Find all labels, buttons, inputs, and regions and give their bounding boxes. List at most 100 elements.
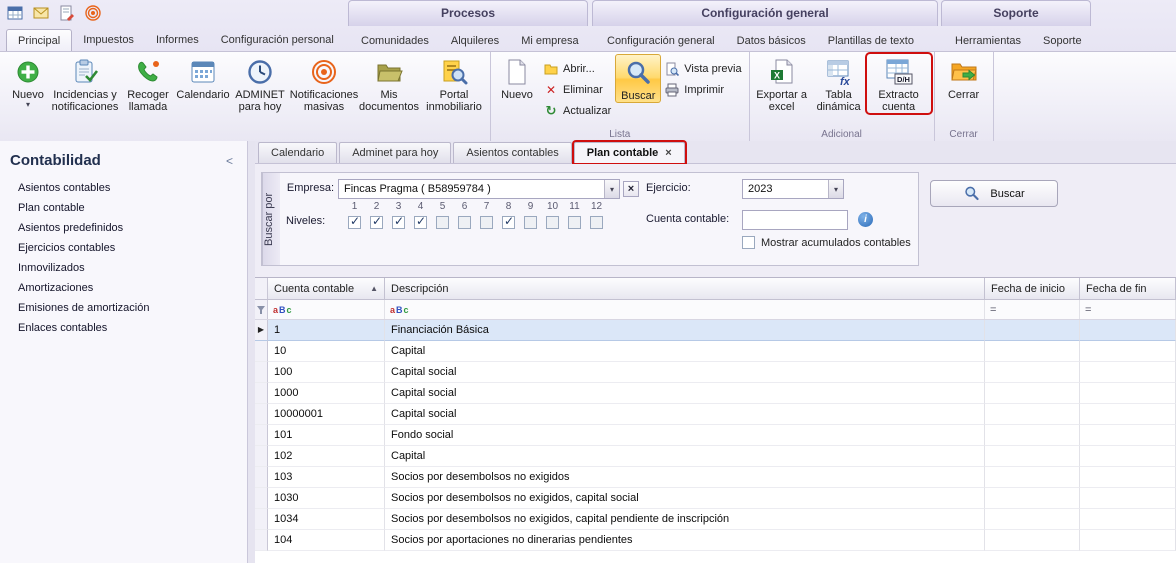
ribbon-tab[interactable]: Herramientas [944,30,1032,51]
nivel-checkbox[interactable]: 12 [590,201,603,229]
table-row[interactable]: ▶ 103 Socios por desembolsos no exigidos [255,467,1176,488]
empresa-combobox[interactable]: Fincas Pragma ( B58959784 ) ▾ [338,179,620,199]
info-icon[interactable]: i [858,212,873,227]
cuenta-contable-input[interactable] [742,210,848,230]
close-tab-icon[interactable]: × [665,147,671,159]
sidebar-item[interactable]: Plan contable [0,198,247,218]
sidebar-item[interactable]: Inmovilizados [0,258,247,278]
filter-cell-descripcion[interactable]: aBc [385,300,985,319]
ribbon-tab[interactable]: Principal [6,29,72,51]
ejercicio-combobox[interactable]: 2023 ▾ [742,179,844,199]
cell-fecha-inicio [985,509,1080,530]
ribbon-tab[interactable]: Mi empresa [510,30,589,51]
vista-previa-button[interactable]: Vista previa [661,60,745,78]
table-row[interactable]: ▶ 1030 Socios por desembolsos no exigido… [255,488,1176,509]
notificaciones-masivas-button[interactable]: Notificaciones masivas [291,54,357,113]
table-row[interactable]: ▶ 100 Capital social [255,362,1176,383]
abrir-button[interactable]: Abrir... [540,60,615,78]
filter-cell-cuenta[interactable]: aBc [268,300,385,319]
filter-cell-fecha-fin[interactable]: = [1080,300,1176,319]
nivel-checkbox[interactable]: 6 [458,201,471,229]
table-row[interactable]: ▶ 1034 Socios por desembolsos no exigido… [255,509,1176,530]
sidebar-item[interactable]: Amortizaciones [0,278,247,298]
document-tab[interactable]: Adminet para hoy [339,142,451,163]
sidebar-splitter[interactable] [248,141,255,563]
collapse-sidebar-icon[interactable]: < [226,154,233,168]
nivel-checkbox[interactable]: 5 [436,201,449,229]
table-row[interactable]: ▶ 10 Capital [255,341,1176,362]
nivel-checkbox[interactable]: 4 [414,201,427,229]
adminet-hoy-button[interactable]: ADMINET para hoy [229,54,291,113]
document-tab[interactable]: Calendario [258,142,337,163]
actualizar-button[interactable]: ↻ Actualizar [540,102,615,120]
table-row[interactable]: ▶ 10000001 Capital social [255,404,1176,425]
cerrar-button[interactable]: Cerrar [938,54,990,101]
nuevo-lista-button[interactable]: Nuevo [494,54,540,101]
search-filter-panel: Buscar por Empresa: Fincas Pragma ( B589… [261,172,919,266]
ribbon-tab[interactable]: Comunidades [350,30,440,51]
sidebar-item[interactable]: Emisiones de amortización [0,298,247,318]
portal-inmobiliario-button[interactable]: Portal inmobiliario [421,54,487,113]
column-header-descripcion[interactable]: Descripción [385,278,985,299]
ribbon-tab[interactable]: Impuestos [72,29,145,51]
sidebar-item[interactable]: Asientos predefinidos [0,218,247,238]
ribbon-tab[interactable]: Soporte [1032,30,1093,51]
column-header-cuenta-contable[interactable]: Cuenta contable ▲ [268,278,385,299]
sidebar-item[interactable]: Enlaces contables [0,318,247,338]
table-row[interactable]: ▶ 104 Socios por aportaciones no dinerar… [255,530,1176,551]
checkbox-icon [348,216,361,229]
nuevo-button[interactable]: Nuevo ▾ [5,54,51,108]
preview-icon [665,62,679,76]
table-row[interactable]: ▶ 1000 Capital social [255,383,1176,404]
table-row[interactable]: ▶ 101 Fondo social [255,425,1176,446]
nivel-checkbox[interactable]: 3 [392,201,405,229]
filter-cell-fecha-inicio[interactable]: = [985,300,1080,319]
cell-descripcion: Capital [385,341,985,362]
table-row[interactable]: ▶ 1 Financiación Básica [255,320,1176,341]
nivel-checkbox[interactable]: 10 [546,201,559,229]
column-header-fecha-fin[interactable]: Fecha de fin [1080,278,1176,299]
clear-empresa-button[interactable]: × [623,181,639,197]
nivel-checkbox[interactable]: 9 [524,201,537,229]
edit-document-icon[interactable] [57,3,76,22]
ribbon-tab[interactable]: Configuración general [596,30,726,51]
ribbon: Procesos Configuración general Soporte P… [0,0,1176,141]
nivel-checkbox[interactable]: 1 [348,201,361,229]
exportar-excel-button[interactable]: X Exportar a excel [753,54,811,113]
eliminar-button[interactable]: ✕ Eliminar [540,81,615,99]
cell-fecha-inicio [985,467,1080,488]
broadcast-icon[interactable] [83,3,102,22]
ribbon-tab[interactable]: Informes [145,29,210,51]
chevron-down-icon[interactable]: ▾ [604,180,619,198]
mis-documentos-button[interactable]: Mis documentos [357,54,421,113]
app-grid-icon[interactable] [5,3,24,22]
mostrar-acumulados-checkbox[interactable]: Mostrar acumulados contables [742,236,911,249]
column-header-fecha-inicio[interactable]: Fecha de inicio [985,278,1080,299]
mail-icon[interactable] [31,3,50,22]
document-tab[interactable]: Plan contable × [574,142,685,163]
ribbon-tab[interactable]: Alquileres [440,30,510,51]
ribbon-tab[interactable]: Datos básicos [726,30,817,51]
document-tab[interactable]: Asientos contables [453,142,571,163]
calendario-button[interactable]: Calendario [177,54,229,101]
ribbon-tab[interactable]: Configuración personal [210,29,345,51]
extracto-cuenta-button[interactable]: D/H Extracto cuenta [867,54,931,113]
nivel-checkbox[interactable]: 8 [502,201,515,229]
group-label-lista: Lista [491,129,749,140]
buscar-button[interactable]: Buscar [930,180,1058,207]
sidebar-item[interactable]: Ejercicios contables [0,238,247,258]
nivel-checkbox[interactable]: 7 [480,201,493,229]
ribbon-tab[interactable]: Plantillas de texto [817,30,925,51]
chevron-down-icon[interactable]: ▾ [828,180,843,198]
recoger-llamada-button[interactable]: Recoger llamada [119,54,177,113]
nivel-checkbox[interactable]: 11 [568,201,581,229]
buscar-por-side-tab[interactable]: Buscar por [262,173,280,265]
checkbox-icon [524,216,537,229]
imprimir-button[interactable]: Imprimir [661,81,745,99]
buscar-ribbon-button[interactable]: Buscar [615,54,661,103]
sidebar-item[interactable]: Asientos contables [0,178,247,198]
table-row[interactable]: ▶ 102 Capital [255,446,1176,467]
nivel-checkbox[interactable]: 2 [370,201,383,229]
tabla-dinamica-button[interactable]: fx Tabla dinámica [811,54,867,113]
incidencias-button[interactable]: Incidencias y notificaciones [51,54,119,113]
